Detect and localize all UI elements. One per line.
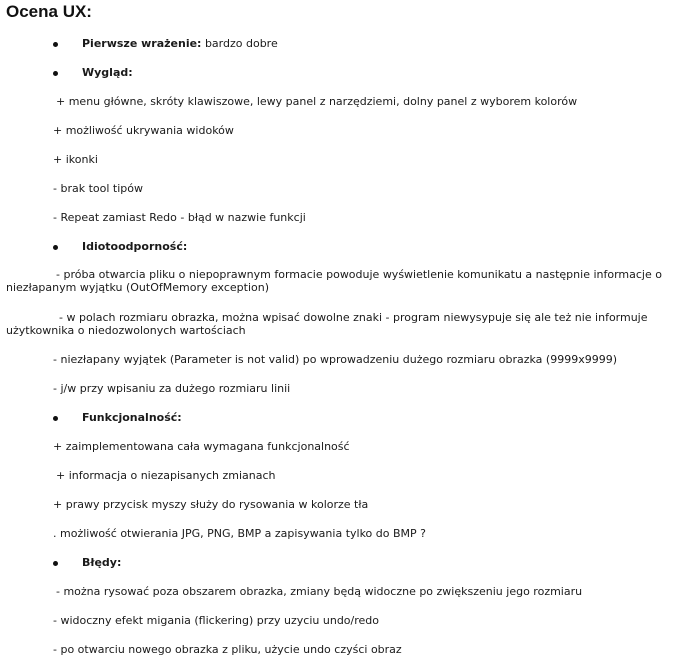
appearance-item: + możliwość ukrywania widoków bbox=[53, 124, 234, 137]
robustness-item: - niezłapany wyjątek (Parameter is not v… bbox=[53, 353, 617, 366]
bullet-dot bbox=[53, 416, 58, 421]
first-impression-item: Pierwsze wrażenie: bardzo dobre bbox=[53, 37, 278, 50]
appearance-item: + menu główne, skróty klawiszowe, lewy p… bbox=[56, 95, 578, 108]
page-title: Ocena UX: bbox=[6, 2, 92, 21]
functionality-item: + prawy przycisk myszy służy do rysowani… bbox=[53, 498, 369, 511]
appearance-item: - brak tool tipów bbox=[53, 182, 143, 195]
errors-item: - widoczny efekt migania (flickering) pr… bbox=[53, 614, 380, 627]
appearance-label: Wygląd: bbox=[82, 66, 133, 79]
errors-item: - po otwarciu nowego obrazka z pliku, uż… bbox=[53, 643, 402, 656]
first-impression-label: Pierwsze wrażenie: bbox=[82, 37, 202, 50]
errors-heading: Błędy: bbox=[53, 556, 122, 569]
bullet-dot bbox=[53, 245, 58, 250]
functionality-label: Funkcjonalność: bbox=[82, 411, 182, 424]
bullet-dot bbox=[53, 71, 58, 76]
functionality-item: . możliwość otwierania JPG, PNG, BMP a z… bbox=[53, 527, 426, 540]
appearance-item: - Repeat zamiast Redo - błąd w nazwie fu… bbox=[53, 211, 306, 224]
errors-label: Błędy: bbox=[82, 556, 122, 569]
functionality-item: + zaimplementowana cała wymagana funkcjo… bbox=[53, 440, 350, 453]
appearance-heading: Wygląd: bbox=[53, 66, 133, 79]
bullet-dot bbox=[53, 561, 58, 566]
bullet-dot bbox=[53, 42, 58, 47]
errors-item: - można rysować poza obszarem obrazka, z… bbox=[56, 585, 583, 598]
robustness-item: - próba otwarcia pliku o niepoprawnym fo… bbox=[6, 268, 662, 294]
robustness-heading: Idiotoodporność: bbox=[53, 240, 188, 253]
robustness-item: - w polach rozmiaru obrazka, można wpisa… bbox=[6, 311, 648, 337]
functionality-heading: Funkcjonalność: bbox=[53, 411, 182, 424]
functionality-item: + informacja o niezapisanych zmianach bbox=[56, 469, 276, 482]
robustness-label: Idiotoodporność: bbox=[82, 240, 188, 253]
first-impression-value: bardzo dobre bbox=[201, 37, 278, 50]
robustness-item: - j/w przy wpisaniu za dużego rozmiaru l… bbox=[53, 382, 291, 395]
appearance-item: + ikonki bbox=[53, 153, 98, 166]
